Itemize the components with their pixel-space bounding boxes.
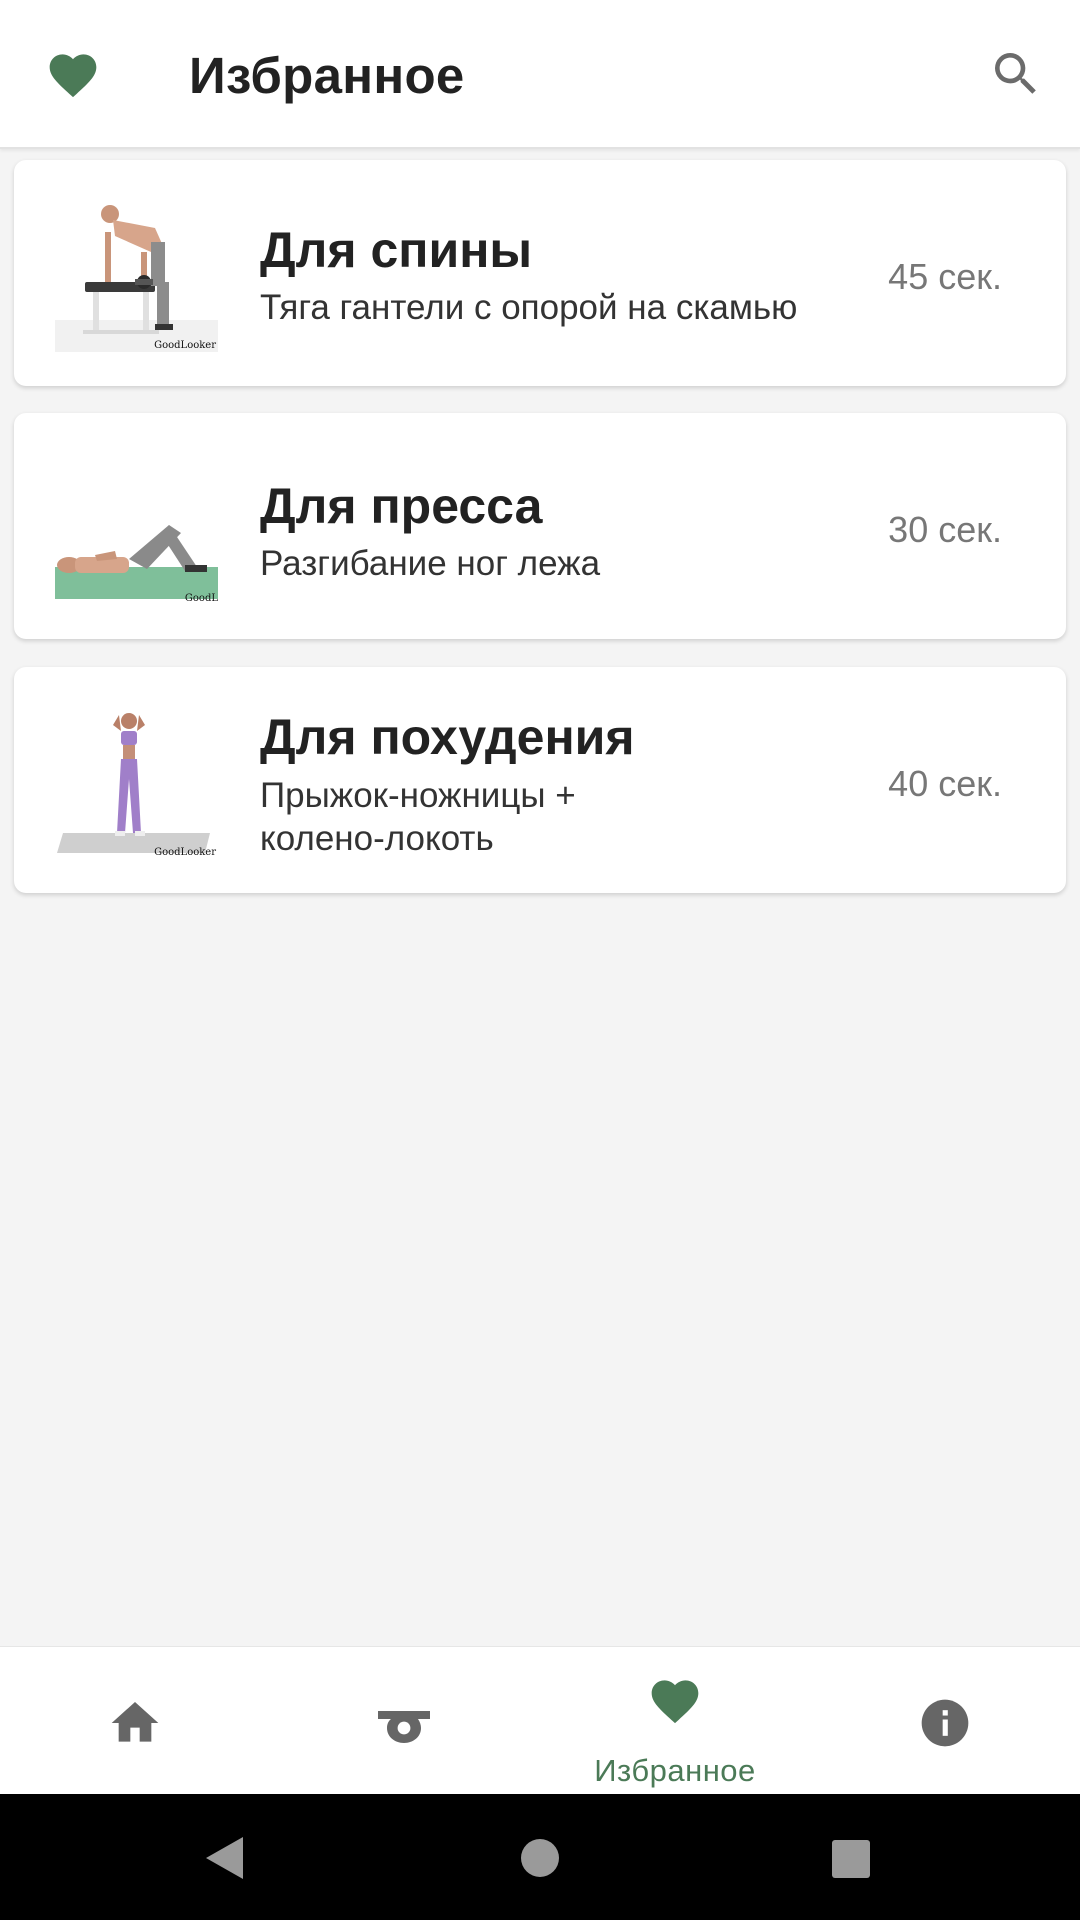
exercise-image: GoodLooker bbox=[55, 709, 218, 859]
heart-icon[interactable] bbox=[45, 47, 101, 99]
bottom-navigation: Избранное bbox=[0, 1646, 1080, 1795]
app-bar: Избранное bbox=[0, 0, 1080, 149]
image-watermark: GoodLooker bbox=[154, 340, 216, 351]
search-icon[interactable] bbox=[988, 46, 1044, 102]
card-duration: 30 сек. bbox=[888, 509, 1002, 550]
exercise-image: GoodLooker bbox=[55, 202, 218, 352]
home-circle-icon[interactable] bbox=[520, 1838, 560, 1878]
card-title: Для похудения bbox=[260, 709, 635, 765]
card-subtitle: Тяга гантели с опорой на скамью bbox=[260, 288, 798, 327]
heart-icon bbox=[651, 1680, 699, 1724]
page-title: Избранное bbox=[189, 47, 465, 104]
recents-icon[interactable] bbox=[831, 1839, 871, 1879]
nav-item-workouts[interactable] bbox=[270, 1647, 540, 1795]
info-icon bbox=[921, 1699, 969, 1747]
nav-item-favorites[interactable]: Избранное bbox=[540, 1647, 810, 1795]
exercise-image: GoodL bbox=[55, 455, 218, 605]
card-subtitle: Прыжок-ножницы + колено-локоть bbox=[260, 776, 576, 858]
system-navigation-bar bbox=[0, 1794, 1080, 1920]
nav-item-home[interactable] bbox=[0, 1647, 270, 1795]
card-subtitle: Разгибание ног лежа bbox=[260, 544, 601, 583]
card-duration: 40 сек. bbox=[888, 763, 1002, 804]
card-duration: 45 сек. bbox=[888, 256, 1002, 297]
favorite-card[interactable]: GoodLooker Для спины Тяга гантели с опор… bbox=[14, 160, 1066, 386]
back-icon[interactable] bbox=[203, 1835, 245, 1881]
favorite-card[interactable]: GoodLooker Для похудения Прыжок-ножницы … bbox=[14, 667, 1066, 893]
home-icon bbox=[111, 1702, 159, 1742]
card-title: Для спины bbox=[260, 222, 533, 278]
image-watermark: GoodL bbox=[184, 593, 218, 604]
whistle-icon bbox=[378, 1711, 430, 1743]
nav-item-info[interactable] bbox=[810, 1647, 1080, 1795]
card-title: Для пресса bbox=[260, 478, 543, 534]
favorite-card[interactable]: GoodL Для пресса Разгибание ног лежа 30 … bbox=[14, 413, 1066, 639]
nav-label-favorites: Избранное bbox=[594, 1753, 756, 1788]
image-watermark: GoodLooker bbox=[154, 847, 216, 858]
